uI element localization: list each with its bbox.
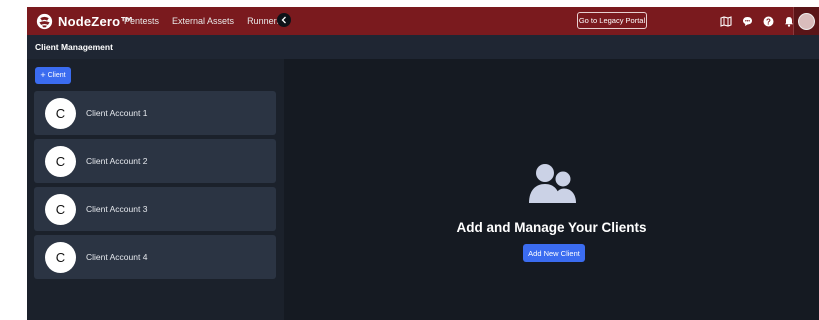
client-name: Client Account 3: [86, 204, 148, 214]
nav-pentests[interactable]: Pentests: [124, 16, 159, 26]
client-name: Client Account 1: [86, 108, 148, 118]
chat-icon[interactable]: [742, 16, 753, 27]
main-nav: Pentests External Assets Runners: [124, 7, 281, 35]
client-avatar: C: [45, 146, 76, 177]
page-header: Client Management: [27, 35, 819, 59]
client-avatar: C: [45, 98, 76, 129]
nav-runners[interactable]: Runners: [247, 16, 281, 26]
client-card[interactable]: C Client Account 2: [34, 139, 276, 183]
client-card[interactable]: C Client Account 3: [34, 187, 276, 231]
top-navbar: NodeZero™ Pentests External Assets Runne…: [27, 7, 819, 35]
client-card[interactable]: C Client Account 1: [34, 91, 276, 135]
add-client-button[interactable]: + Client: [35, 67, 71, 84]
client-list: C Client Account 1 C Client Account 2 C …: [34, 91, 276, 283]
users-icon: [529, 164, 576, 203]
client-avatar: C: [45, 194, 76, 225]
legacy-portal-button[interactable]: Go to Legacy Portal: [577, 12, 647, 29]
add-client-label: Client: [47, 72, 66, 79]
nav-external-assets[interactable]: External Assets: [172, 16, 234, 26]
client-sidebar: + Client C Client Account 1 C Client Acc…: [27, 59, 284, 320]
app-window: NodeZero™ Pentests External Assets Runne…: [27, 7, 819, 320]
client-avatar: C: [45, 242, 76, 273]
horizon3-logo-icon: [36, 13, 53, 29]
chevron-left-icon: [281, 16, 286, 24]
help-icon[interactable]: ?: [763, 16, 774, 27]
plus-icon: +: [40, 70, 46, 80]
page-title: Client Management: [35, 42, 113, 52]
collapse-sidebar-button[interactable]: [277, 13, 291, 27]
client-name: Client Account 2: [86, 156, 148, 166]
user-avatar[interactable]: [798, 12, 815, 30]
logo-text: NodeZero™: [58, 13, 134, 29]
map-icon[interactable]: [720, 15, 732, 27]
header-icons: ?: [720, 7, 794, 35]
client-card[interactable]: C Client Account 4: [34, 235, 276, 279]
add-new-client-button[interactable]: Add New Client: [523, 244, 585, 262]
main-panel: Add and Manage Your Clients Add New Clie…: [284, 59, 819, 320]
empty-state-heading: Add and Manage Your Clients: [456, 220, 647, 235]
svg-text:?: ?: [766, 17, 771, 26]
client-name: Client Account 4: [86, 252, 148, 262]
logo[interactable]: NodeZero™: [36, 12, 133, 30]
user-menu[interactable]: [793, 7, 819, 35]
